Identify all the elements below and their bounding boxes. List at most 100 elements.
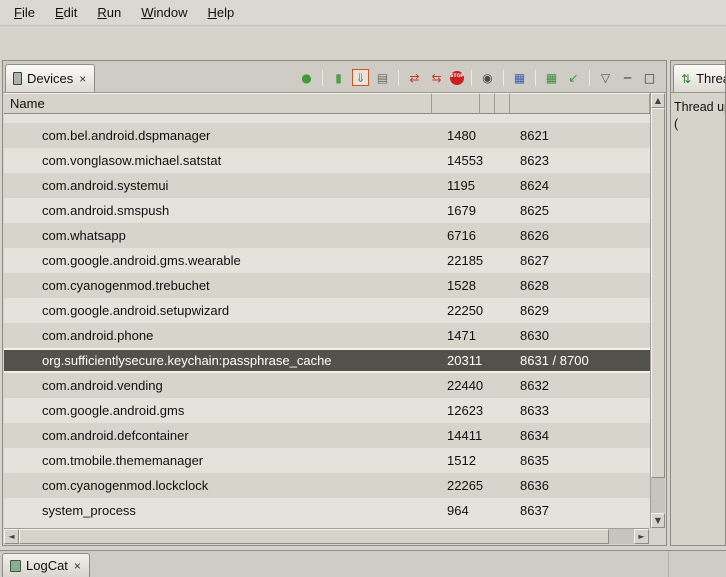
- tab-devices[interactable]: Devices ×: [5, 64, 95, 92]
- devices-tab-label: Devices: [27, 71, 73, 86]
- column-header-name[interactable]: Name: [4, 93, 432, 114]
- scroll-down-icon[interactable]: ▼: [651, 513, 665, 528]
- process-row[interactable]: com.cyanogenmod.trebuchet 1528 8628: [4, 273, 650, 298]
- devices-tabbar: Devices × ● ▮ ⇓ ▤ ⇄ ⇆ STOP ◉ ▦ ▦ ↙ ▽ ─ □: [3, 61, 666, 93]
- process-port: 8634: [510, 428, 650, 443]
- process-pid: 14411: [432, 428, 480, 443]
- empty-toolbar-strip: [0, 26, 726, 59]
- scroll-up-icon[interactable]: ▲: [651, 93, 665, 108]
- process-pid: 6716: [432, 228, 480, 243]
- process-port: 8627: [510, 253, 650, 268]
- view-menu-icon[interactable]: ▽: [597, 69, 614, 86]
- process-port: 8635: [510, 453, 650, 468]
- menu-run[interactable]: Run: [87, 1, 131, 24]
- process-name: com.android.vending: [4, 378, 432, 393]
- process-name: system_process: [4, 503, 432, 518]
- process-name: com.cyanogenmod.lockclock: [4, 478, 432, 493]
- process-port: 8632: [510, 378, 650, 393]
- column-header-4[interactable]: [495, 93, 510, 114]
- process-port: 8624: [510, 178, 650, 193]
- process-row[interactable]: com.android.systemui 1195 8624: [4, 173, 650, 198]
- update-heap-icon[interactable]: ▮: [330, 69, 347, 86]
- process-row[interactable]: com.android.phone 1471 8630: [4, 323, 650, 348]
- threads-tabbar: ⇅ Threa: [671, 61, 725, 93]
- process-name: com.vonglasow.michael.satstat: [4, 153, 432, 168]
- process-pid: 1512: [432, 453, 480, 468]
- horizontal-scrollbar[interactable]: ◄ ►: [4, 528, 649, 544]
- close-icon[interactable]: ×: [78, 72, 87, 86]
- process-row[interactable]: com.google.android.setupwizard 22250 862…: [4, 298, 650, 323]
- threads-panel: ⇅ Threa Thread up (: [670, 60, 726, 546]
- process-row[interactable]: com.android.vending 22440 8632: [4, 373, 650, 398]
- process-pid: 14553: [432, 153, 480, 168]
- process-name: com.whatsapp: [4, 228, 432, 243]
- process-pid: 22185: [432, 253, 480, 268]
- logcat-bar: LogCat ×: [0, 550, 726, 577]
- partial-row-spacer: [4, 114, 650, 123]
- process-row[interactable]: com.whatsapp 6716 8626: [4, 223, 650, 248]
- vertical-scroll-thumb[interactable]: [651, 108, 665, 478]
- process-row[interactable]: com.google.android.gms.wearable 22185 86…: [4, 248, 650, 273]
- column-header-3[interactable]: [480, 93, 495, 114]
- menu-bar: File Edit Run Window Help: [0, 0, 726, 26]
- process-row[interactable]: org.sufficientlysecure.keychain:passphra…: [4, 348, 650, 373]
- scroll-left-icon[interactable]: ◄: [4, 529, 19, 544]
- process-port: 8630: [510, 328, 650, 343]
- process-name: com.tmobile.thememanager: [4, 453, 432, 468]
- process-row[interactable]: com.tmobile.thememanager 1512 8635: [4, 448, 650, 473]
- cause-gc-icon[interactable]: ▤: [374, 69, 391, 86]
- update-threads-icon[interactable]: ⇄: [406, 69, 423, 86]
- process-name: com.android.defcontainer: [4, 428, 432, 443]
- vertical-scrollbar[interactable]: ▲ ▼: [650, 93, 665, 528]
- logcat-tab-label: LogCat: [26, 558, 68, 573]
- network-stats-icon[interactable]: ▦: [543, 69, 560, 86]
- horizontal-scroll-thumb[interactable]: [19, 529, 609, 544]
- process-name: com.bel.android.dspmanager: [4, 128, 432, 143]
- process-pid: 1471: [432, 328, 480, 343]
- method-profiling-icon[interactable]: ⇆: [428, 69, 445, 86]
- process-pid: 1480: [432, 128, 480, 143]
- maximize-icon[interactable]: □: [641, 69, 658, 86]
- close-icon[interactable]: ×: [73, 559, 82, 573]
- screen-capture-icon[interactable]: ◉: [479, 69, 496, 86]
- threads-message: Thread up (: [671, 93, 725, 545]
- process-row[interactable]: com.android.smspush 1679 8625: [4, 198, 650, 223]
- toolbar-separator: [471, 70, 472, 86]
- debug-process-icon[interactable]: ●: [298, 69, 315, 86]
- process-row[interactable]: system_process 964 8637: [4, 498, 650, 523]
- process-row[interactable]: com.vonglasow.michael.satstat 14553 8623: [4, 148, 650, 173]
- capture-view-icon[interactable]: ▦: [511, 69, 528, 86]
- toolbar-separator: [503, 70, 504, 86]
- process-name: com.android.smspush: [4, 203, 432, 218]
- process-name: com.android.phone: [4, 328, 432, 343]
- device-icon: [13, 72, 22, 85]
- start-tracing-icon[interactable]: ↙: [565, 69, 582, 86]
- process-row[interactable]: com.bel.android.dspmanager 1480 8621: [4, 123, 650, 148]
- process-row[interactable]: com.google.android.gms 12623 8633: [4, 398, 650, 423]
- minimize-icon[interactable]: ─: [619, 69, 636, 86]
- toolbar-separator: [398, 70, 399, 86]
- column-header-pid[interactable]: [432, 93, 480, 114]
- process-name: org.sufficientlysecure.keychain:passphra…: [4, 353, 432, 368]
- ddms-window: File Edit Run Window Help Devices × ● ▮ ⇓ ▤…: [0, 0, 726, 577]
- process-port: 8628: [510, 278, 650, 293]
- tab-logcat[interactable]: LogCat ×: [2, 553, 90, 577]
- menu-help[interactable]: Help: [197, 1, 244, 24]
- tab-threads[interactable]: ⇅ Threa: [673, 64, 726, 92]
- process-row[interactable]: com.cyanogenmod.lockclock 22265 8636: [4, 473, 650, 498]
- stop-process-icon[interactable]: STOP: [450, 71, 464, 85]
- process-pid: 22265: [432, 478, 480, 493]
- process-pid: 22250: [432, 303, 480, 318]
- process-row[interactable]: com.android.defcontainer 14411 8634: [4, 423, 650, 448]
- dump-hprof-icon[interactable]: ⇓: [352, 69, 369, 86]
- menu-edit[interactable]: Edit: [45, 1, 87, 24]
- process-pid: 20311: [432, 353, 480, 368]
- menu-window[interactable]: Window: [131, 1, 197, 24]
- threads-message-line-2: (: [674, 116, 722, 133]
- scroll-right-icon[interactable]: ►: [634, 529, 649, 544]
- process-port: 8626: [510, 228, 650, 243]
- column-header-port[interactable]: [510, 93, 650, 114]
- process-name: com.google.android.gms.wearable: [4, 253, 432, 268]
- threads-message-line-1: Thread up: [674, 99, 722, 116]
- menu-file[interactable]: File: [4, 1, 45, 24]
